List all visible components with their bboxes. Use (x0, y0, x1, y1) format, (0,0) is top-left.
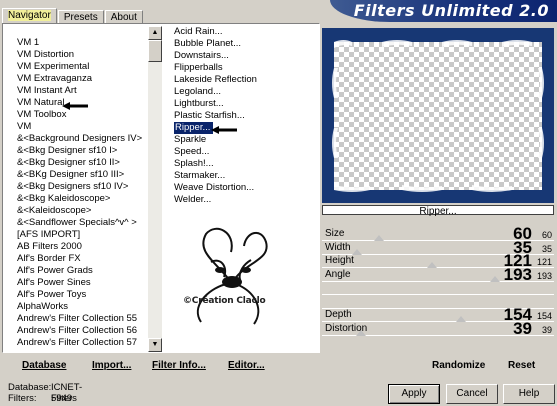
filters-count-value: 5949 (51, 393, 73, 404)
filter-item[interactable]: Legoland... (174, 86, 318, 98)
category-item[interactable]: &<Bkg Kaleidoscope> (16, 193, 144, 205)
tab-bar: Navigator Presets About (2, 8, 144, 24)
filter-item[interactable]: Bubble Planet... (174, 38, 318, 50)
filter-info-button[interactable]: Filter Info... (152, 356, 206, 376)
preview-frame-decoration (332, 40, 544, 192)
filter-item[interactable]: Flipperballs (174, 62, 318, 74)
import-button[interactable]: Import... (92, 356, 131, 376)
apply-button[interactable]: Apply (388, 384, 440, 404)
watermark-text: ©Création Claclo (183, 296, 266, 306)
category-item[interactable]: &<Sandflower Specials^v^ > (16, 217, 144, 229)
category-item[interactable]: VM 1 (16, 37, 144, 49)
category-item[interactable]: Alf's Power Toys (16, 289, 144, 301)
filter-item-label: Lakeside Reflection (174, 74, 257, 85)
tab-presets[interactable]: Presets (57, 10, 104, 24)
slider-distortion[interactable]: Distortion 39 39 (322, 319, 554, 337)
tab-navigator[interactable]: Navigator (2, 8, 57, 24)
filter-item-label: Welder... (174, 194, 212, 205)
scroll-thumb[interactable] (148, 40, 162, 62)
category-item[interactable]: VM Toolbox (16, 109, 144, 121)
filter-item-label: Ripper... (174, 122, 214, 134)
category-item[interactable]: VM Extravaganza (16, 73, 144, 85)
category-item[interactable]: &<Bkg Designers sf10 IV> (16, 181, 144, 193)
cancel-button[interactable]: Cancel (446, 384, 498, 404)
category-item[interactable]: Andrew's Filter Collection 57 (16, 337, 144, 349)
category-item[interactable]: Andrew's Filter Collection 55 (16, 313, 144, 325)
database-info-label: Database: (8, 382, 52, 393)
scroll-down-button[interactable]: ▼ (148, 338, 162, 352)
slider-label: Distortion (325, 322, 368, 334)
category-item[interactable]: Alf's Border FX (16, 253, 144, 265)
filter-item-label: Speed... (174, 146, 210, 157)
filter-item[interactable]: Lightburst... (174, 98, 318, 110)
filter-item[interactable]: Weave Distortion... (174, 182, 318, 194)
scroll-up-button[interactable]: ▲ (148, 26, 162, 40)
category-item[interactable]: &<Kaleidoscope> (16, 205, 144, 217)
filter-item-label: Splash!... (174, 158, 214, 169)
filter-item-label: Downstairs... (174, 50, 229, 61)
filter-item-label: Weave Distortion... (174, 182, 255, 193)
category-item[interactable]: VM Instant Art (16, 85, 144, 97)
category-item[interactable]: &<BKg Designer sf10 III> (16, 169, 144, 181)
filter-item[interactable]: Downstairs... (174, 50, 318, 62)
category-item[interactable]: &<Background Designers IV> (16, 133, 144, 145)
category-item[interactable]: [AFS IMPORT] (16, 229, 144, 241)
filter-item[interactable]: Speed... (174, 146, 318, 158)
selected-filter-label: Ripper... (419, 206, 457, 217)
category-item[interactable]: VM Distortion (16, 49, 144, 61)
tab-navigator-label: Navigator (8, 10, 51, 21)
editor-button[interactable]: Editor... (228, 356, 265, 376)
help-button[interactable]: Help (503, 384, 555, 404)
app-title: Filters Unlimited 2.0 (353, 1, 549, 20)
filter-item-label: Sparkle (174, 134, 207, 145)
category-item[interactable]: VM Experimental (16, 61, 144, 73)
filter-item-label: Lightburst... (174, 98, 224, 109)
filter-item-label: Legoland... (174, 86, 222, 97)
slider-value-small: 39 (541, 324, 552, 335)
slider-value: 39 (513, 318, 532, 338)
filter-item[interactable]: Acid Rain... (174, 26, 318, 38)
filter-item[interactable]: Splash!... (174, 158, 318, 170)
database-button[interactable]: Database (22, 356, 66, 376)
filter-item[interactable]: Plastic Starfish... (174, 110, 318, 122)
filter-item[interactable]: Welder... (174, 194, 318, 206)
filter-item-label: Bubble Planet... (174, 38, 242, 49)
arrow-pointer-icon (62, 102, 88, 110)
filter-list[interactable]: Acid Rain... Bubble Planet... Downstairs..… (174, 26, 318, 214)
watermark-logo (196, 227, 268, 325)
filter-item-label: Acid Rain... (174, 26, 223, 37)
title-banner: Filters Unlimited 2.0 (330, 0, 557, 22)
category-scrollbar[interactable]: ▲ ▼ (148, 26, 162, 352)
randomize-button[interactable]: Randomize (432, 356, 485, 376)
filter-item-label: Plastic Starfish... (174, 110, 245, 121)
category-item[interactable]: &<Bkg Designer sf10 I> (16, 145, 144, 157)
filter-item-label: Flipperballs (174, 62, 223, 73)
database-info: Database: ICNET-Filters Filters: 5949 (8, 382, 82, 404)
category-item[interactable]: Alf's Power Grads (16, 265, 144, 277)
category-item[interactable]: AlphaWorks (16, 301, 144, 313)
filter-item[interactable]: Sparkle (174, 134, 318, 146)
filter-item[interactable]: Lakeside Reflection (174, 74, 318, 86)
category-item[interactable]: Andrew's Filter Collection 56 (16, 325, 144, 337)
tab-about-label: About (110, 12, 137, 23)
category-item[interactable]: &<Bkg Designer sf10 II> (16, 157, 144, 169)
tab-about[interactable]: About (104, 10, 143, 24)
parameter-sliders: Size 60 60 Width 35 35 Height 121 121 Angle 193 193… (322, 222, 554, 352)
tab-presets-label: Presets (63, 12, 98, 23)
category-item[interactable]: AB Filters 2000 (16, 241, 144, 253)
arrow-pointer-icon (211, 126, 237, 134)
filter-item-label: Starmaker... (174, 170, 226, 181)
category-item[interactable]: VM (16, 121, 144, 133)
category-item[interactable]: Alf's Power Sines (16, 277, 144, 289)
reset-button[interactable]: Reset (508, 356, 535, 376)
category-list[interactable]: VM 1 VM Distortion VM Experimental VM Extra… (16, 37, 144, 351)
filter-item[interactable]: Starmaker... (174, 170, 318, 182)
filters-count-label: Filters: (8, 393, 37, 404)
filter-item[interactable]: Ripper... (174, 122, 318, 134)
